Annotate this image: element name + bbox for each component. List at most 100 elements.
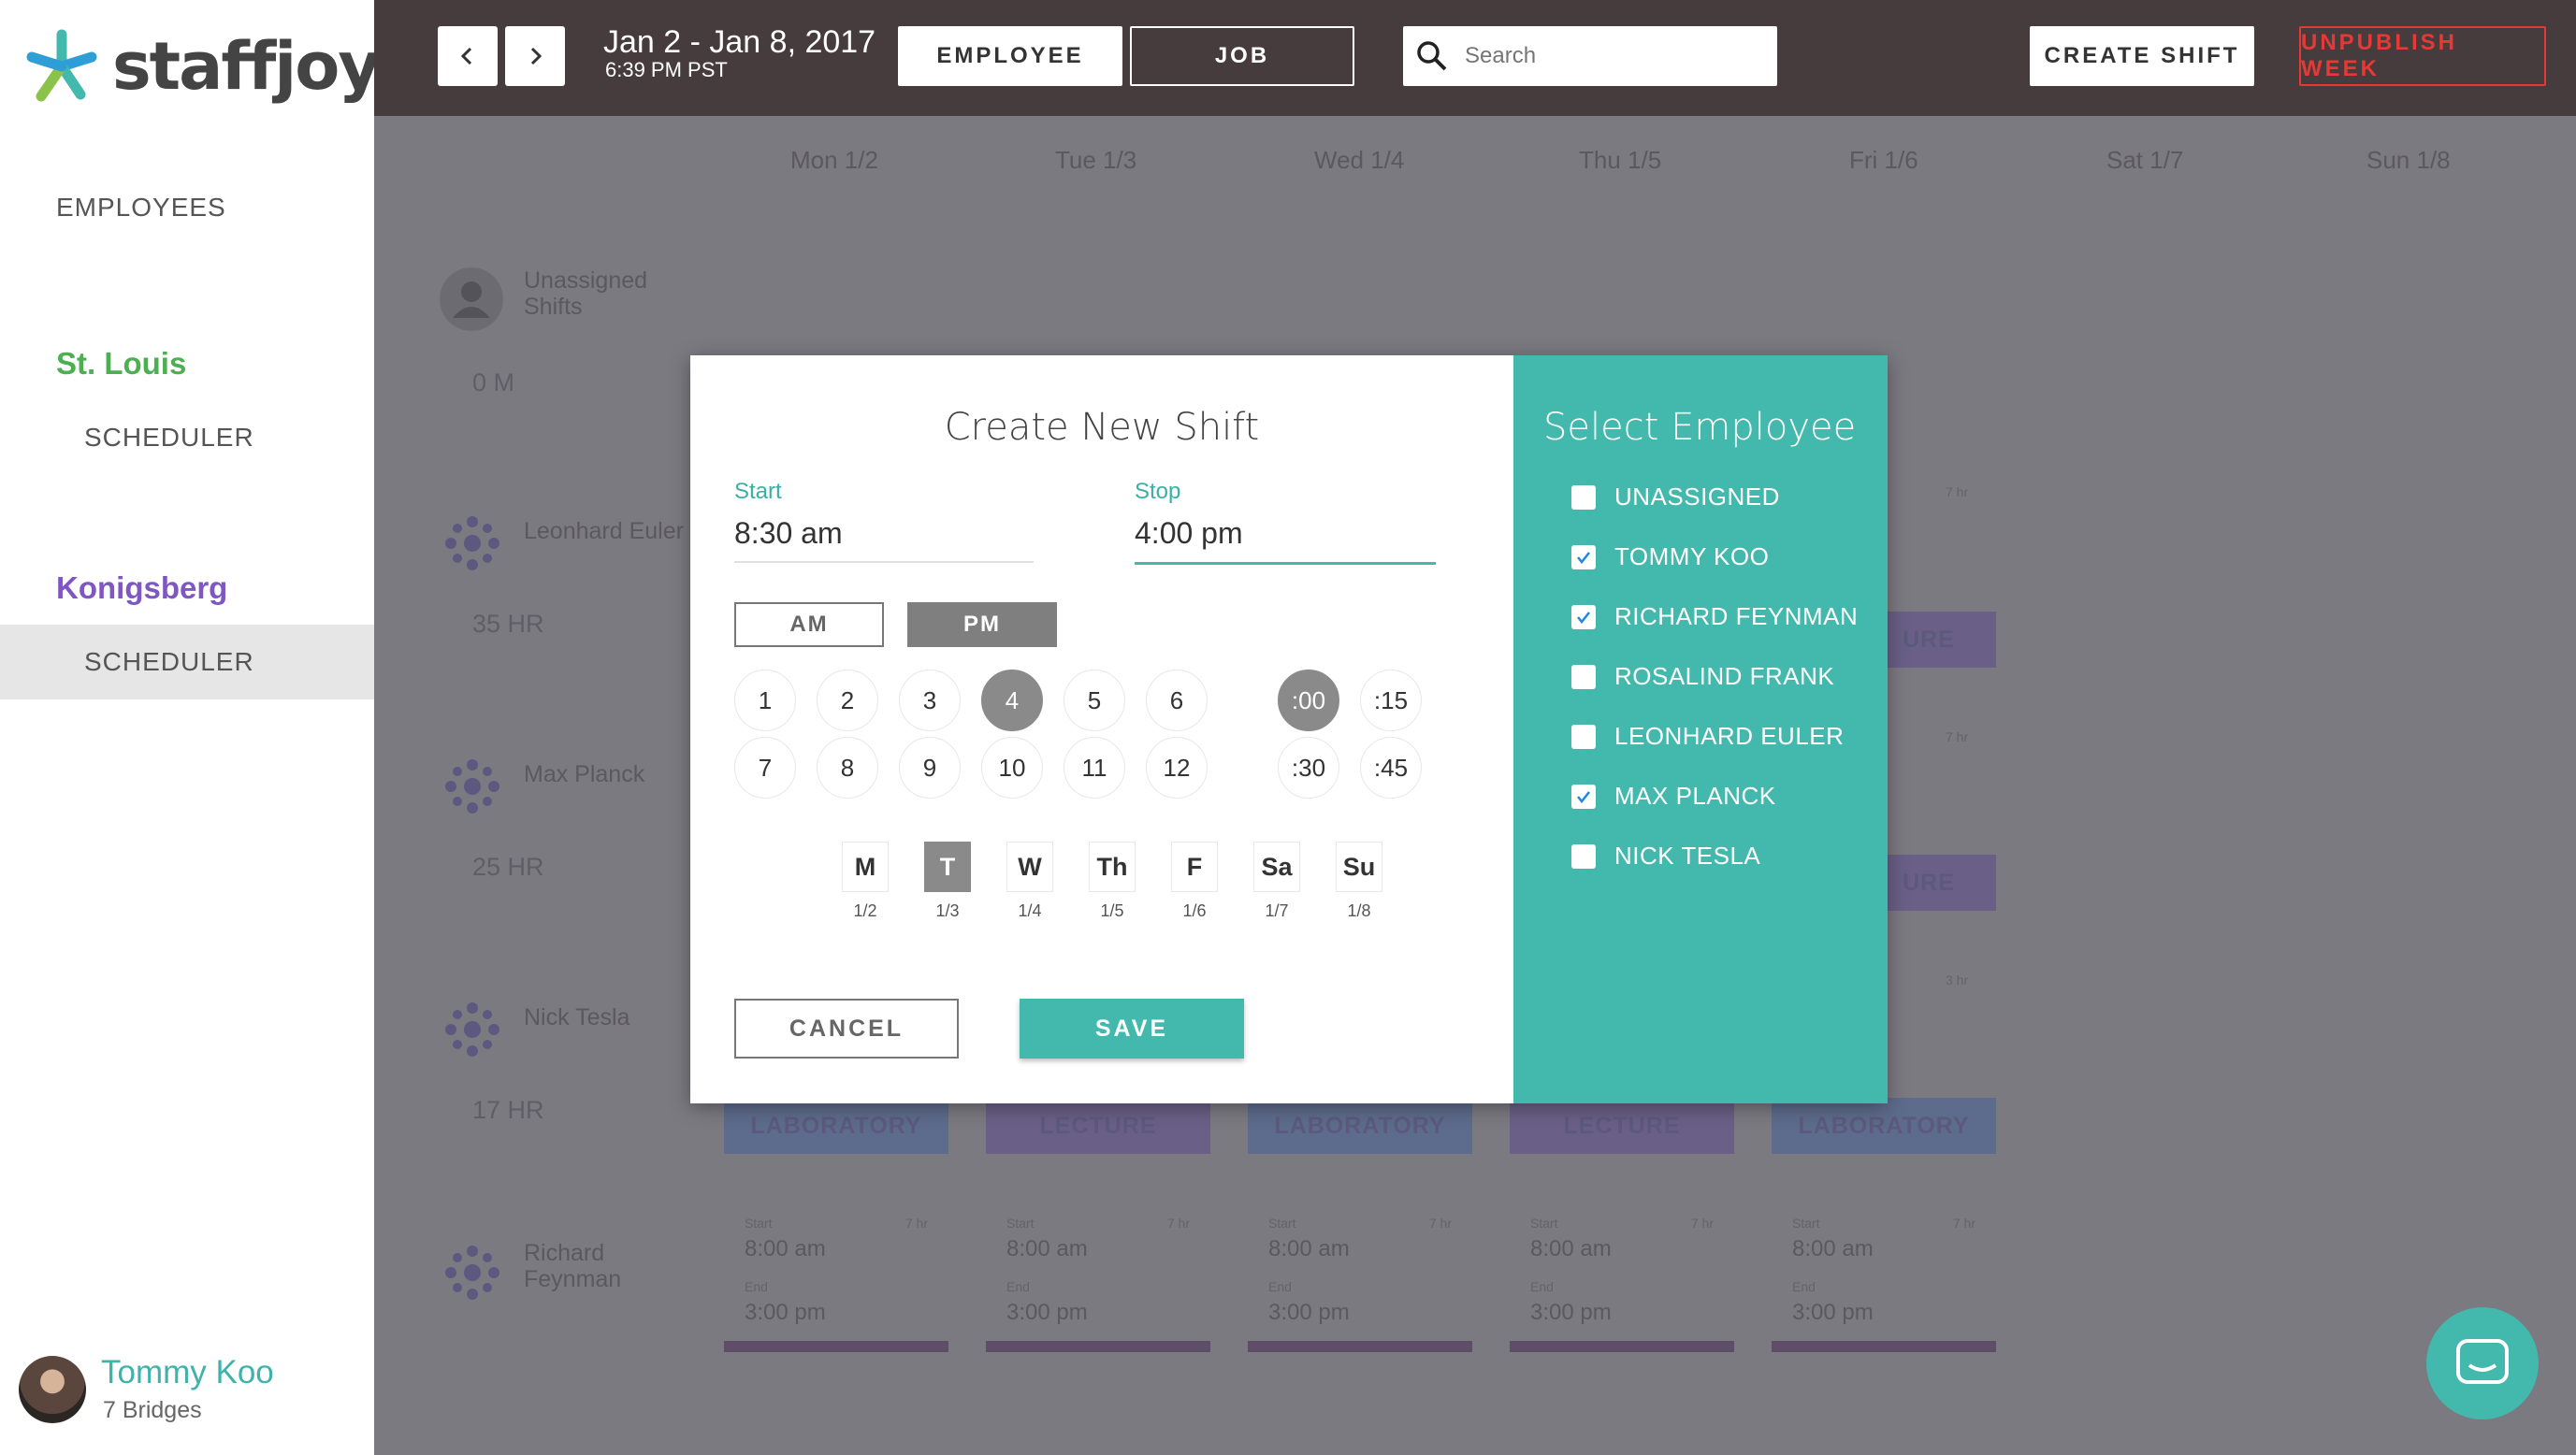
checkbox-checked[interactable] — [1571, 544, 1596, 569]
start-label: Start — [734, 479, 782, 504]
konigsberg-scheduler-link[interactable]: SCHEDULER — [0, 625, 374, 699]
create-shift-modal: Create New Shift Start 8:30 am Stop 4:00… — [690, 355, 1888, 1103]
hour-12[interactable]: 12 — [1146, 737, 1208, 799]
day-thursday[interactable]: Th — [1089, 842, 1136, 892]
employee-view-button[interactable]: EMPLOYEE — [898, 26, 1122, 86]
employee-option-tommy-koo[interactable]: TOMMY KOO — [1571, 542, 1769, 571]
hour-4-selected[interactable]: 4 — [981, 670, 1043, 731]
employee-name: Leonhard Euler — [524, 518, 684, 544]
logo[interactable]: staffjoy — [24, 28, 381, 105]
hour-7[interactable]: 7 — [734, 737, 796, 799]
shift-strip — [986, 1341, 1210, 1352]
next-week-button[interactable] — [505, 26, 565, 86]
checkbox-checked[interactable] — [1571, 604, 1596, 629]
unassigned-avatar — [440, 267, 503, 331]
day-header-tue: Tue 1/3 — [1055, 146, 1137, 174]
employee-avatar-icon — [445, 1246, 499, 1300]
employee-option-leonhard-euler[interactable]: LEONHARD EULER — [1571, 722, 1844, 751]
create-shift-button[interactable]: CREATE SHIFT — [2030, 26, 2254, 86]
day-tuesday-selected[interactable]: T — [924, 842, 971, 892]
shift-end-label: End — [1792, 1279, 1816, 1294]
employee-option-label: ROSALIND FRANK — [1614, 662, 1835, 690]
shift-end-time: 3:00 pm — [1530, 1300, 1612, 1325]
shift-strip — [724, 1341, 948, 1352]
stop-time-field[interactable]: 4:00 pm — [1135, 516, 1436, 565]
save-button[interactable]: SAVE — [1020, 999, 1244, 1059]
previous-week-button[interactable] — [438, 26, 498, 86]
checkmark-icon — [1577, 551, 1590, 564]
checkmark-icon — [1577, 611, 1590, 624]
logo-text: staffjoy — [112, 28, 381, 105]
hour-11[interactable]: 11 — [1064, 737, 1125, 799]
minute-45[interactable]: :45 — [1360, 737, 1422, 799]
user-avatar[interactable] — [19, 1356, 86, 1423]
hour-3[interactable]: 3 — [899, 670, 961, 731]
shift-start-label: Start — [1530, 1216, 1558, 1231]
hour-2[interactable]: 2 — [817, 670, 878, 731]
minute-00-selected[interactable]: :00 — [1278, 670, 1339, 731]
shift-start-label: Start — [1268, 1216, 1296, 1231]
shift-block: LABORATORY — [1248, 1098, 1472, 1154]
shift-duration: 7 hr — [1428, 1216, 1452, 1231]
minute-30[interactable]: :30 — [1278, 737, 1339, 799]
shift-block: LECTURE — [986, 1098, 1210, 1154]
search-input[interactable] — [1465, 43, 1764, 69]
shift-duration: 7 hr — [1166, 1216, 1190, 1231]
st-louis-scheduler-link[interactable]: SCHEDULER — [0, 400, 374, 475]
day-wednesday[interactable]: W — [1006, 842, 1053, 892]
employee-avatar-icon — [445, 516, 499, 570]
select-employee-title: Select Employee — [1543, 406, 1857, 449]
day-sunday[interactable]: Su — [1336, 842, 1382, 892]
checkbox-checked[interactable] — [1571, 784, 1596, 809]
search-box[interactable] — [1403, 26, 1777, 86]
hour-10[interactable]: 10 — [981, 737, 1043, 799]
day-header-sun: Sun 1/8 — [2366, 146, 2451, 174]
employee-option-label: UNASSIGNED — [1614, 483, 1780, 511]
hour-1[interactable]: 1 — [734, 670, 796, 731]
am-toggle[interactable]: AM — [734, 602, 884, 647]
shift-strip — [1772, 1341, 1996, 1352]
user-name[interactable]: Tommy Koo — [101, 1354, 274, 1391]
hour-5[interactable]: 5 — [1064, 670, 1125, 731]
employee-option-max-planck[interactable]: MAX PLANCK — [1571, 782, 1776, 811]
checkbox-unchecked[interactable] — [1571, 484, 1596, 510]
shift-end-time: 3:00 pm — [1792, 1300, 1874, 1325]
hour-8[interactable]: 8 — [817, 737, 878, 799]
hour-9[interactable]: 9 — [899, 737, 961, 799]
shift-start-time: 8:00 am — [1792, 1236, 1874, 1261]
day-monday[interactable]: M — [842, 842, 889, 892]
cancel-button[interactable]: CANCEL — [734, 999, 959, 1059]
employee-option-nick-tesla[interactable]: NICK TESLA — [1571, 842, 1760, 871]
employee-option-rosalind-frank[interactable]: ROSALIND FRANK — [1571, 662, 1834, 691]
employee-option-richard-feynman[interactable]: RICHARD FEYNMAN — [1571, 602, 1858, 631]
day-friday[interactable]: F — [1171, 842, 1218, 892]
unassigned-hours: 0 M — [472, 368, 515, 396]
day-header-fri: Fri 1/6 — [1849, 146, 1918, 174]
minute-15[interactable]: :15 — [1360, 670, 1422, 731]
unassigned-shifts-label: Unassigned Shifts — [524, 267, 648, 320]
unpublish-week-button[interactable]: UNPUBLISH WEEK — [2299, 26, 2546, 86]
location-st-louis[interactable]: St. Louis — [56, 346, 186, 382]
chat-icon — [2456, 1339, 2509, 1384]
employee-option-unassigned[interactable]: UNASSIGNED — [1571, 483, 1780, 511]
checkbox-unchecked[interactable] — [1571, 843, 1596, 869]
employee-option-label: RICHARD FEYNMAN — [1614, 602, 1859, 630]
shift-duration: 7 hr — [1946, 729, 1969, 744]
shift-start-label: Start — [1006, 1216, 1035, 1231]
shift-start-time: 8:00 am — [1268, 1236, 1350, 1261]
day-header-thu: Thu 1/5 — [1579, 146, 1662, 174]
job-view-button[interactable]: JOB — [1130, 26, 1354, 86]
pm-toggle[interactable]: PM — [907, 602, 1057, 647]
shift-duration: 7 hr — [1946, 484, 1969, 499]
start-time-field[interactable]: 8:30 am — [734, 516, 1034, 563]
chevron-left-icon — [460, 47, 472, 65]
day-date: 1/2 — [853, 901, 877, 920]
checkbox-unchecked[interactable] — [1571, 664, 1596, 689]
day-saturday[interactable]: Sa — [1253, 842, 1300, 892]
chat-launcher-button[interactable] — [2426, 1307, 2539, 1419]
checkbox-unchecked[interactable] — [1571, 724, 1596, 749]
employee-option-label: TOMMY KOO — [1614, 542, 1770, 570]
employees-link[interactable]: EMPLOYEES — [56, 193, 226, 223]
hour-6[interactable]: 6 — [1146, 670, 1208, 731]
location-konigsberg[interactable]: Konigsberg — [56, 570, 227, 606]
